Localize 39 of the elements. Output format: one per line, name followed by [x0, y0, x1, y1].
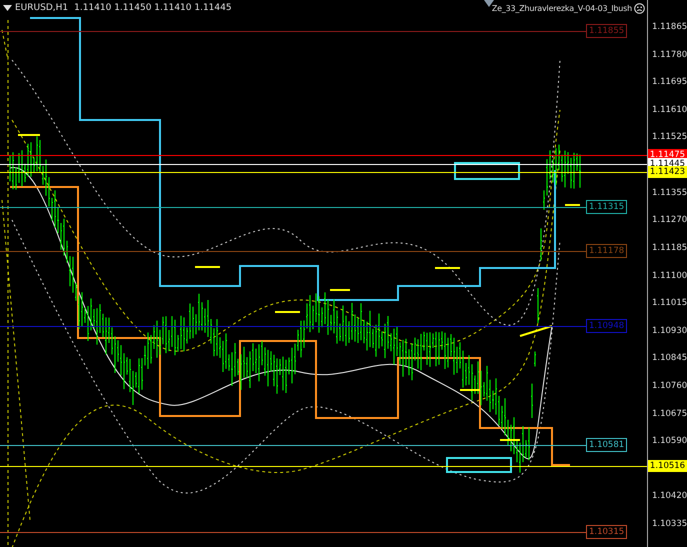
axis-tick-label: 1.10420 [652, 490, 687, 504]
axis-tick-label: 1.11355 [652, 186, 687, 200]
price-level-line[interactable] [0, 326, 588, 327]
axis-tick-label: 1.11185 [652, 242, 687, 255]
price-level-line[interactable] [0, 445, 588, 446]
zone-rectangle[interactable] [446, 457, 512, 473]
axis-tick-label: 1.11695 [652, 76, 687, 90]
axis-tick-label: 1.10590 [652, 435, 687, 448]
smiley-icon[interactable] [634, 3, 645, 14]
price-level-line[interactable] [0, 206, 588, 208]
price-tag: 1.10516 [648, 460, 687, 472]
axis-tick-label: 1.11270 [652, 214, 687, 228]
axis-tick-label: 1.10845 [652, 352, 687, 366]
axis-tick-label: 1.10335 [652, 518, 687, 531]
axis-tick-label: 1.11015 [652, 297, 687, 310]
axis-tick-label: 1.11525 [652, 131, 687, 144]
ohlc-values: 1.11410 1.11450 1.11410 1.11445 [74, 3, 232, 13]
axis-tick-label: 1.11780 [652, 48, 687, 62]
price-level-label: 1.11855 [586, 24, 628, 38]
axis-tick-label: 1.10930 [652, 324, 687, 338]
price-level-line[interactable] [0, 172, 647, 173]
price-level-line[interactable] [0, 164, 647, 166]
price-level-label: 1.10315 [586, 524, 628, 538]
axis-tick-label: 1.10760 [652, 380, 687, 393]
symbol-label: EURUSD,H1 [15, 3, 68, 13]
zone-rectangle[interactable] [454, 162, 520, 180]
caret-icon[interactable] [3, 4, 12, 12]
price-level-label: 1.10581 [586, 438, 628, 452]
axis-tick-label: 1.10675 [652, 408, 687, 421]
price-tag: 1.11423 [648, 166, 687, 178]
axis-tick-label: 1.11610 [652, 104, 687, 117]
expert-name: Ze_33_Zhuravlerezka_V-04-03_Ibush [492, 4, 632, 13]
axis-tick-label: 1.11865 [652, 21, 687, 34]
chart-shift-icon[interactable] [484, 0, 494, 8]
price-level-label: 1.11315 [586, 200, 628, 214]
price-level-label: 1.10948 [586, 318, 628, 333]
price-level-line[interactable] [0, 466, 647, 468]
price-level-label: 1.11178 [586, 244, 628, 258]
axis-tick-label: 1.11100 [652, 270, 687, 282]
